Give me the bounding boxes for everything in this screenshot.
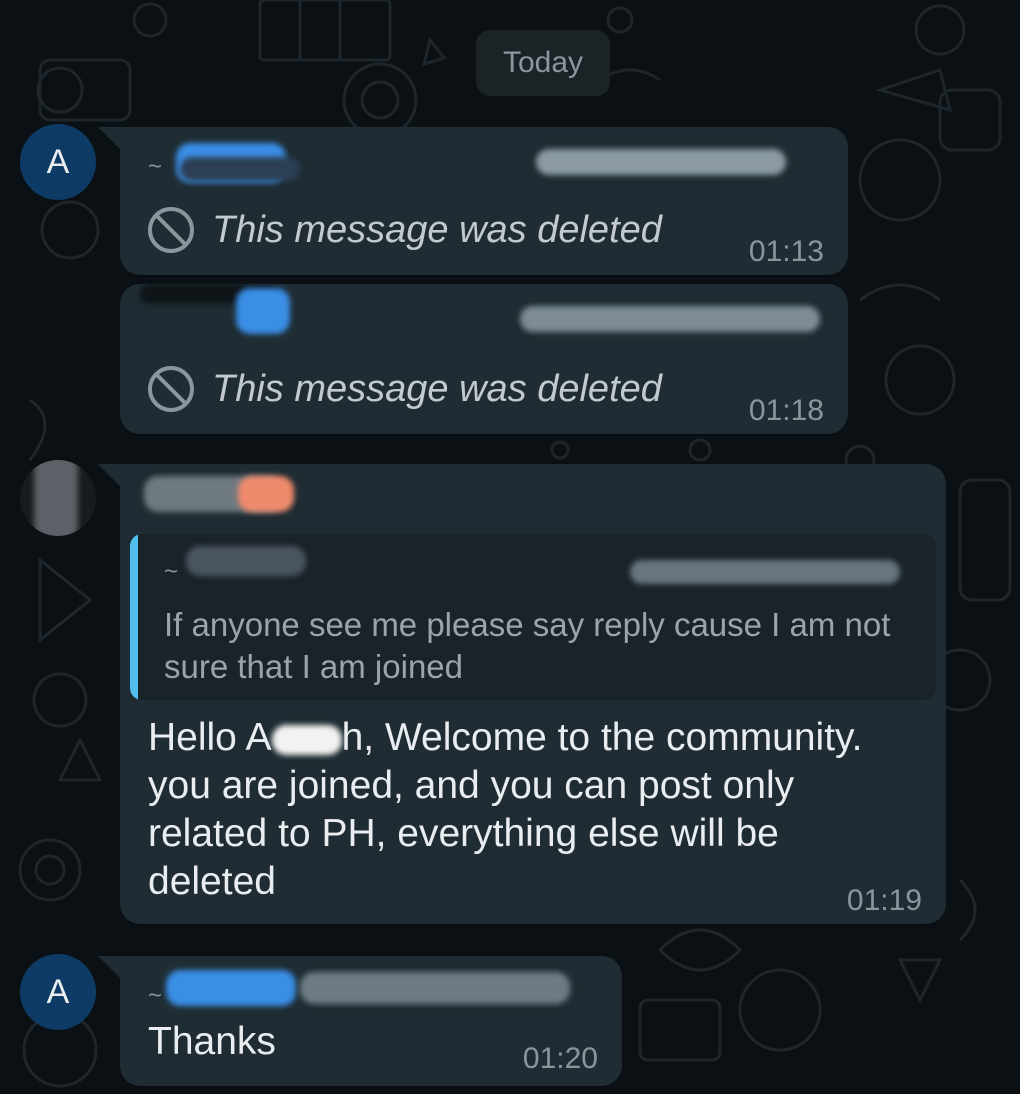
redacted-sender-name bbox=[238, 476, 294, 512]
sender-name[interactable]: ~ bbox=[148, 153, 162, 193]
avatar[interactable] bbox=[20, 460, 96, 536]
bubble-tail bbox=[98, 464, 120, 486]
sender-prefix: ~ bbox=[148, 982, 163, 1009]
redacted-phone-number bbox=[300, 972, 570, 1004]
bubble-tail bbox=[98, 127, 120, 149]
avatar[interactable]: A bbox=[20, 954, 96, 1030]
avatar-letter: A bbox=[46, 972, 70, 1011]
redacted-sender-name bbox=[236, 288, 290, 334]
ban-icon bbox=[148, 366, 194, 412]
redacted-phone-number bbox=[536, 149, 786, 175]
redacted-sender-name bbox=[180, 157, 300, 181]
redacted-avatar bbox=[34, 460, 78, 536]
message-time: 01:20 bbox=[522, 1042, 598, 1075]
message-time: 01:18 bbox=[748, 394, 824, 427]
quote-accent-bar bbox=[130, 534, 138, 700]
date-separator-label: Today bbox=[502, 46, 584, 79]
deleted-message-row: This message was deleted bbox=[146, 205, 662, 255]
quote-sender-prefix: ~ bbox=[164, 558, 179, 585]
message-text-part: h, Welcome to the community. bbox=[341, 716, 863, 759]
redacted-phone-number bbox=[630, 560, 900, 584]
message-bubble-deleted[interactable]: ~ This message was deleted 01:13 bbox=[98, 127, 848, 275]
message-bubble-deleted[interactable]: This message was deleted 01:18 bbox=[120, 284, 848, 434]
avatar-letter: A bbox=[46, 142, 70, 181]
message-bubble[interactable]: ~ Thanks 01:20 bbox=[98, 956, 622, 1086]
message-line: Hello A h, Welcome to the community. bbox=[148, 714, 938, 762]
deleted-message-text: This message was deleted bbox=[212, 208, 662, 251]
redacted-phone-number bbox=[520, 306, 820, 332]
deleted-message-row: This message was deleted bbox=[146, 364, 662, 414]
message-time: 01:13 bbox=[748, 235, 824, 268]
bubble-tail bbox=[98, 956, 120, 978]
message-text: Hello A h, Welcome to the community. you … bbox=[148, 714, 938, 906]
message-line: you are joined, and you can post only bbox=[148, 764, 795, 807]
message-text: Thanks bbox=[148, 1020, 276, 1063]
redacted-name bbox=[271, 724, 342, 755]
date-separator: Today bbox=[476, 30, 610, 96]
redacted-sender-name bbox=[186, 546, 306, 576]
quoted-message[interactable]: ~ If anyone see me please say reply caus… bbox=[130, 534, 936, 700]
sender-prefix: ~ bbox=[148, 153, 163, 180]
sender-name[interactable]: ~ bbox=[148, 982, 162, 1022]
message-text-part: Hello A bbox=[148, 716, 272, 759]
message-line: related to PH, everything else will be bbox=[148, 812, 779, 855]
avatar[interactable]: A bbox=[20, 124, 96, 200]
deleted-message-text: This message was deleted bbox=[212, 367, 662, 410]
message-line: deleted bbox=[148, 860, 276, 903]
quoted-message-text: If anyone see me please say reply cause … bbox=[164, 606, 891, 685]
message-bubble-reply[interactable]: ~ If anyone see me please say reply caus… bbox=[98, 464, 946, 924]
redacted-sender-name bbox=[166, 970, 296, 1006]
message-time: 01:19 bbox=[846, 884, 922, 917]
ban-icon bbox=[148, 207, 194, 253]
